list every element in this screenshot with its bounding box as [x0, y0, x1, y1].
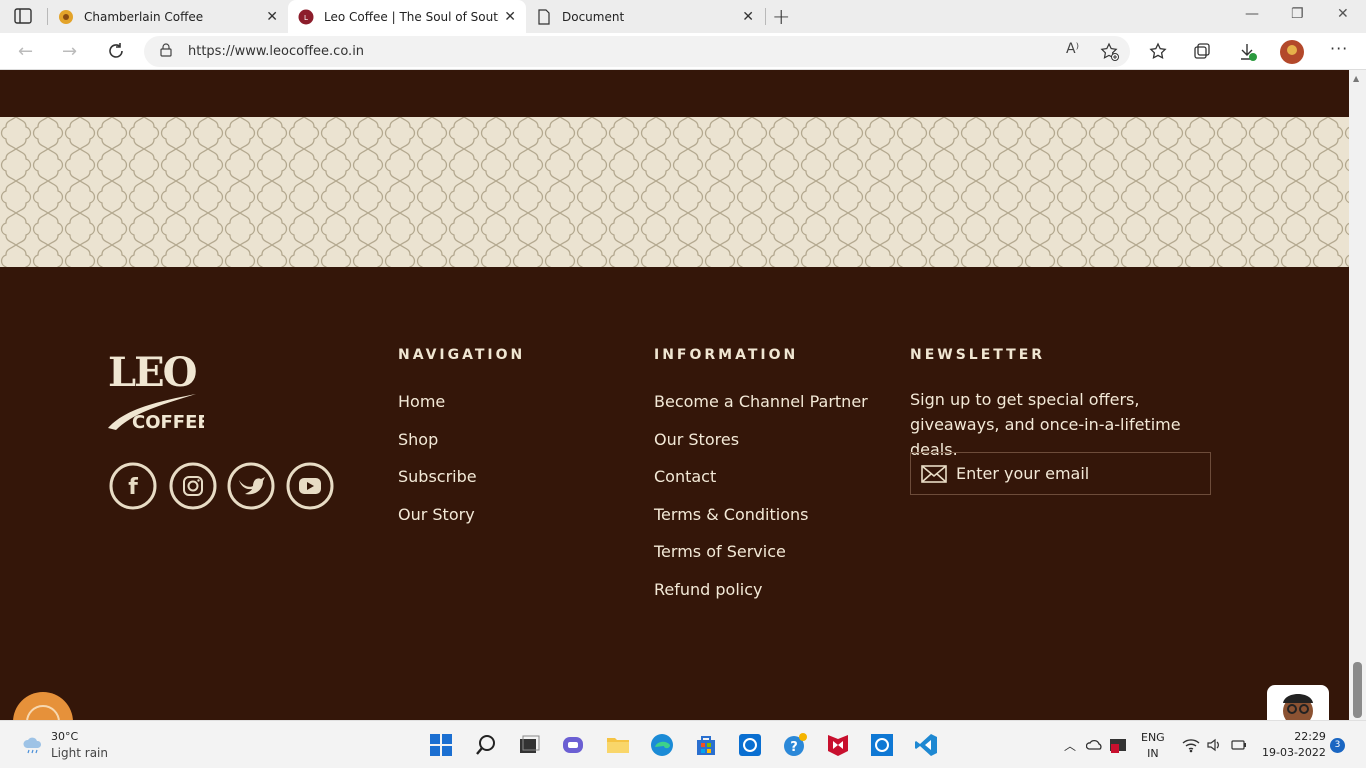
footer-link-channel-partner[interactable]: Become a Channel Partner [654, 392, 868, 411]
tab-title: Document [562, 9, 625, 24]
task-view-icon[interactable] [517, 733, 541, 757]
logo-text-top: LEO [108, 349, 197, 396]
file-explorer-icon[interactable] [606, 733, 630, 757]
footer-link-subscribe[interactable]: Subscribe [398, 467, 477, 486]
weather-description[interactable]: Light rain [51, 746, 108, 760]
close-tab-icon[interactable]: ✕ [742, 9, 754, 25]
footer-link-terms-service[interactable]: Terms of Service [654, 542, 786, 561]
support-avatar-widget[interactable] [1267, 685, 1329, 725]
system-clock[interactable]: 22:29 19-03-2022 [1262, 729, 1326, 761]
url-text[interactable]: https://www.leocoffee.co.in [188, 44, 364, 59]
support-agent-avatar-icon [1283, 694, 1313, 725]
notification-count-badge[interactable]: 3 [1330, 738, 1345, 753]
new-tab-button[interactable]: + [772, 5, 790, 30]
forward-arrow-icon[interactable]: → [62, 41, 77, 62]
vscode-icon[interactable] [914, 733, 938, 757]
microsoft-store-icon[interactable] [694, 733, 718, 757]
footer-link-our-story[interactable]: Our Story [398, 505, 475, 524]
cortana-icon[interactable] [870, 733, 894, 757]
newsletter-email-input[interactable] [956, 453, 1206, 494]
teams-chat-icon[interactable] [561, 733, 585, 757]
mail-icon [921, 465, 947, 483]
volume-icon[interactable] [1206, 737, 1222, 753]
search-icon[interactable] [474, 733, 498, 757]
show-hidden-icons-icon[interactable]: ︿ [1064, 737, 1076, 754]
document-icon [538, 8, 550, 25]
tab-chamberlain[interactable]: Chamberlain Coffee ✕ [58, 0, 288, 33]
tab-leo-coffee[interactable]: L Leo Coffee | The Soul of South In ✕ [288, 0, 526, 33]
tab-title: Leo Coffee | The Soul of South In [324, 9, 499, 24]
refresh-icon[interactable] [106, 41, 126, 61]
rain-cloud-icon[interactable] [22, 736, 44, 754]
footer-link-contact[interactable]: Contact [654, 467, 716, 486]
tab-title: Chamberlain Coffee [84, 9, 204, 24]
leo-coffee-favicon-icon: L [298, 9, 314, 24]
tab-divider [47, 8, 48, 25]
tab-bar: Chamberlain Coffee ✕ L Leo Coffee | The … [0, 0, 1366, 33]
footer-link-our-stores[interactable]: Our Stores [654, 430, 739, 449]
more-options-icon[interactable]: ··· [1330, 39, 1348, 58]
youtube-icon[interactable] [286, 462, 334, 510]
back-arrow-icon[interactable]: ← [18, 41, 33, 62]
tray-app-icon[interactable] [1108, 735, 1128, 755]
svg-text:L: L [304, 14, 308, 22]
svg-text:?: ? [790, 740, 798, 755]
newsletter-heading: NEWSLETTER [910, 347, 1046, 363]
tab-actions-icon[interactable] [14, 8, 32, 24]
decorative-pattern-band [0, 117, 1349, 267]
instagram-icon[interactable] [169, 462, 217, 510]
tab-document[interactable]: Document ✕ [536, 0, 764, 33]
navigation-heading: NAVIGATION [398, 347, 526, 363]
language-indicator[interactable]: ENG IN [1141, 730, 1165, 762]
help-icon[interactable]: ? [783, 733, 807, 757]
clock-date: 19-03-2022 [1262, 746, 1326, 759]
onedrive-icon[interactable] [1086, 737, 1104, 753]
collections-icon[interactable] [1192, 42, 1212, 62]
chamberlain-favicon-icon [59, 9, 73, 24]
windows-taskbar: 30°C Light rain ? ︿ ENG IN 22:29 19-03-2… [0, 720, 1366, 768]
language-code: ENG [1141, 731, 1165, 744]
clock-time: 22:29 [1294, 730, 1326, 743]
battery-icon[interactable] [1230, 737, 1248, 753]
svg-text:f: f [128, 475, 138, 500]
newsletter-email-box[interactable] [910, 452, 1211, 495]
footer-link-refund-policy[interactable]: Refund policy [654, 580, 763, 599]
footer-link-terms-conditions[interactable]: Terms & Conditions [654, 505, 808, 524]
close-tab-icon[interactable]: ✕ [504, 9, 516, 25]
moroccan-pattern-icon [0, 117, 1349, 267]
footer-link-home[interactable]: Home [398, 392, 445, 411]
logo-text-bottom: COFFEE [132, 412, 204, 433]
scroll-thumb[interactable] [1353, 662, 1362, 718]
page-scrollbar[interactable]: ▲ [1349, 70, 1366, 720]
mcafee-icon[interactable] [826, 733, 850, 757]
footer-link-shop[interactable]: Shop [398, 430, 438, 449]
add-favorite-icon[interactable] [1100, 42, 1120, 62]
close-tab-icon[interactable]: ✕ [266, 9, 278, 25]
remote-app-icon[interactable] [738, 733, 762, 757]
restore-button[interactable]: ❐ [1291, 6, 1304, 22]
lock-icon[interactable] [160, 43, 172, 57]
windows-start-icon[interactable] [429, 733, 453, 757]
information-heading: INFORMATION [654, 347, 799, 363]
newsletter-description: Sign up to get special offers, giveaways… [910, 390, 1181, 459]
downloads-icon[interactable] [1238, 42, 1258, 62]
close-window-button[interactable]: ✕ [1337, 6, 1349, 22]
leo-coffee-logo[interactable]: LEO COFFEE [104, 340, 204, 436]
address-bar: ← → https://www.leocoffee.co.in A⁾ ··· [0, 33, 1366, 70]
read-aloud-icon[interactable]: A⁾ [1066, 41, 1079, 57]
profile-avatar-icon[interactable] [1280, 40, 1304, 64]
favorites-icon[interactable] [1148, 42, 1168, 62]
scroll-up-icon[interactable]: ▲ [1353, 74, 1359, 83]
wifi-icon[interactable] [1182, 737, 1200, 753]
minimize-button[interactable]: — [1245, 6, 1259, 22]
weather-temperature[interactable]: 30°C [51, 730, 78, 743]
twitter-icon[interactable] [227, 462, 275, 510]
url-field[interactable]: https://www.leocoffee.co.in A⁾ [144, 36, 1130, 67]
edge-browser-icon[interactable] [650, 733, 674, 757]
facebook-icon[interactable]: f [109, 462, 157, 510]
tab-divider [765, 8, 766, 25]
region-code: IN [1147, 747, 1159, 760]
